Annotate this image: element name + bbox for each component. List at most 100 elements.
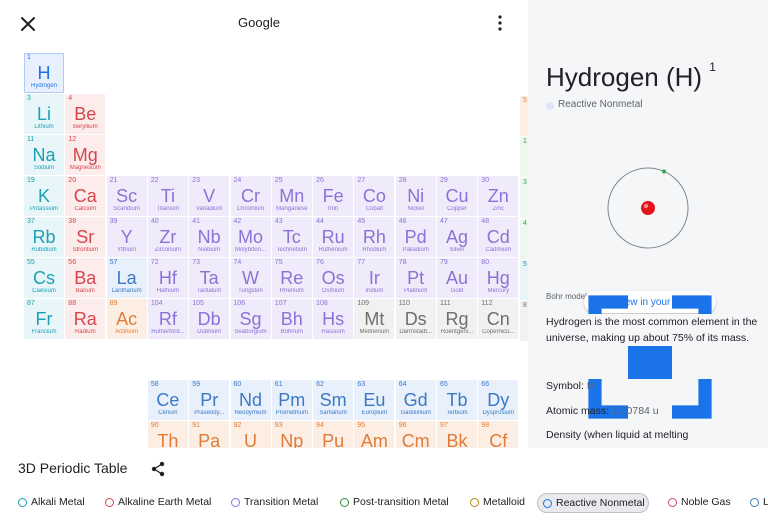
element-cell-rh[interactable]: 45 Rh Rhodium [354,217,395,257]
element-cell-pu[interactable]: 94 Pu [313,421,354,448]
element-cell-db[interactable]: 105 Db Dubnium [189,299,230,339]
element-cell-ag[interactable]: 47 Ag Silver [437,217,477,257]
element-cell-sm[interactable]: 62 Sm Samarium [313,380,354,420]
element-cell-mt[interactable]: 109 Mt Meitnerium [354,299,395,339]
element-cell-cu[interactable]: 29 Cu Copper [437,176,477,216]
element-cell-cr[interactable]: 24 Cr Chromium [230,176,271,216]
element-cell-au[interactable]: 79 Au Gold [437,258,477,298]
element-cell-th[interactable]: 90 Th [147,421,188,448]
partial-element-cell[interactable]: 4 [520,219,528,259]
element-cell-w[interactable]: 74 W Tungsten [230,258,271,298]
legend-label: Noble Gas [681,496,731,508]
share-icon[interactable] [150,461,166,477]
element-name: Technetium [276,247,308,253]
element-cell-am[interactable]: 95 Am [354,421,395,448]
element-name: Roentgeni... [440,329,474,335]
atomic-number: 110 [398,300,410,307]
partial-element-cell[interactable]: 1 [520,137,528,177]
bohr-model-diagram[interactable] [606,166,690,250]
element-cell-zr[interactable]: 40 Zr Zirconium [147,217,188,257]
atomic-number: 12 [68,136,77,143]
symbol-row: Symbol: H [546,380,594,392]
element-cell-cn[interactable]: 112 Cn Copernicu... [478,299,519,339]
element-cell-bh[interactable]: 107 Bh Bohrium [271,299,312,339]
element-cell-y[interactable]: 39 Y Yttrium [106,217,147,257]
view-in-space-button[interactable]: View in your space [584,291,716,419]
legend-chip-reactive-nonmetal[interactable]: Reactive Nonmetal [537,493,649,513]
partial-element-cell[interactable]: 5 [520,96,528,136]
element-cell-nd[interactable]: 60 Nd Neodymium [230,380,271,420]
element-cell-tb[interactable]: 65 Tb Terbium [437,380,477,420]
element-symbol: Y [120,227,133,247]
partial-element-cell[interactable]: 8 [520,301,528,341]
element-cell-mn[interactable]: 25 Mn Manganese [271,176,312,216]
element-cell-np[interactable]: 93 Np [271,421,312,448]
element-cell-mg[interactable]: 12 Mg Magnesium [65,135,106,175]
more-options-icon[interactable] [492,13,508,33]
element-cell-fe[interactable]: 26 Fe Iron [313,176,354,216]
element-name: Terbium [446,410,468,416]
element-symbol: W [242,268,259,288]
element-cell-ca[interactable]: 20 Ca Calcium [65,176,106,216]
legend-dot [231,498,240,507]
element-symbol: Li [36,104,51,124]
element-cell-pm[interactable]: 61 Pm Promethium [271,380,312,420]
element-symbol: Be [74,104,97,124]
element-cell-u[interactable]: 92 U [230,421,271,448]
element-cell-pd[interactable]: 46 Pd Palladium [395,217,436,257]
element-cell-ac[interactable]: 89 Ac Actinium [106,299,147,339]
element-cell-fr[interactable]: 87 Fr Francium [24,299,64,339]
element-cell-h[interactable]: 1 H Hydrogen [24,53,64,93]
element-cell-pr[interactable]: 59 Pr Praseody... [189,380,230,420]
element-cell-os[interactable]: 76 Os Osmium [313,258,354,298]
element-cell-pt[interactable]: 78 Pt Platinum [395,258,436,298]
element-name: Strontium [72,247,99,253]
element-cell-v[interactable]: 23 V Vanadium [189,176,230,216]
element-symbol: Cf [489,431,508,448]
element-cell-ce[interactable]: 58 Ce Cerium [147,380,188,420]
element-cell-zn[interactable]: 30 Zn Zinc [478,176,519,216]
element-cell-sg[interactable]: 106 Sg Seaborgium [230,299,271,339]
element-cell-ba[interactable]: 56 Ba Barium [65,258,106,298]
element-cell-ir[interactable]: 77 Ir Iridium [354,258,395,298]
element-cell-ds[interactable]: 110 Ds Darmstadt... [395,299,436,339]
element-cell-ra[interactable]: 88 Ra Radium [65,299,106,339]
element-cell-dy[interactable]: 66 Dy Dysprosium [478,380,519,420]
element-cell-eu[interactable]: 63 Eu Europium [354,380,395,420]
element-cell-la[interactable]: 57 La Lanthanum [106,258,147,298]
atomic-number: 76 [316,259,324,266]
element-cell-rf[interactable]: 104 Rf Rutherford... [147,299,188,339]
element-cell-hg[interactable]: 80 Hg Mercury [478,258,519,298]
element-cell-sc[interactable]: 21 Sc Scandium [106,176,147,216]
element-cell-na[interactable]: 11 Na Sodium [24,135,64,175]
element-cell-cs[interactable]: 55 Cs Caesium [24,258,64,298]
element-cell-gd[interactable]: 64 Gd Gadolinium [395,380,436,420]
element-cell-rg[interactable]: 111 Rg Roentgeni... [437,299,477,339]
element-cell-ru[interactable]: 44 Ru Ruthenium [313,217,354,257]
partial-element-cell[interactable]: 3 [520,178,528,218]
partial-element-cell[interactable]: 5 [520,260,528,300]
element-cell-be[interactable]: 4 Be Beryllium [65,94,106,134]
element-cell-k[interactable]: 19 K Potassium [24,176,64,216]
element-cell-ni[interactable]: 28 Ni Nickel [395,176,436,216]
element-cell-hs[interactable]: 108 Hs Hassium [313,299,354,339]
element-cell-ti[interactable]: 22 Ti Titanium [147,176,188,216]
element-cell-nb[interactable]: 41 Nb Niobium [189,217,230,257]
element-cell-co[interactable]: 27 Co Cobalt [354,176,395,216]
element-cell-rb[interactable]: 37 Rb Rubidium [24,217,64,257]
element-cell-tc[interactable]: 43 Tc Technetium [271,217,312,257]
element-cell-li[interactable]: 3 Li Lithium [24,94,64,134]
element-cell-ta[interactable]: 73 Ta Tantalum [189,258,230,298]
element-cell-re[interactable]: 75 Re Rhenium [271,258,312,298]
atomic-number: 75 [274,259,283,266]
element-cell-cf[interactable]: 98 Cf [478,421,519,448]
element-cell-pa[interactable]: 91 Pa [189,421,230,448]
element-cell-sr[interactable]: 38 Sr Strontium [65,217,106,257]
element-cell-cd[interactable]: 48 Cd Cadmium [478,217,519,257]
element-cell-hf[interactable]: 72 Hf Hafnium [147,258,188,298]
element-cell-bk[interactable]: 97 Bk [437,421,477,448]
element-cell-mo[interactable]: 42 Mo Molybden... [230,217,271,257]
atomic-number: 4 [68,95,73,102]
element-cell-cm[interactable]: 96 Cm [395,421,436,448]
element-symbol: Re [280,268,304,288]
